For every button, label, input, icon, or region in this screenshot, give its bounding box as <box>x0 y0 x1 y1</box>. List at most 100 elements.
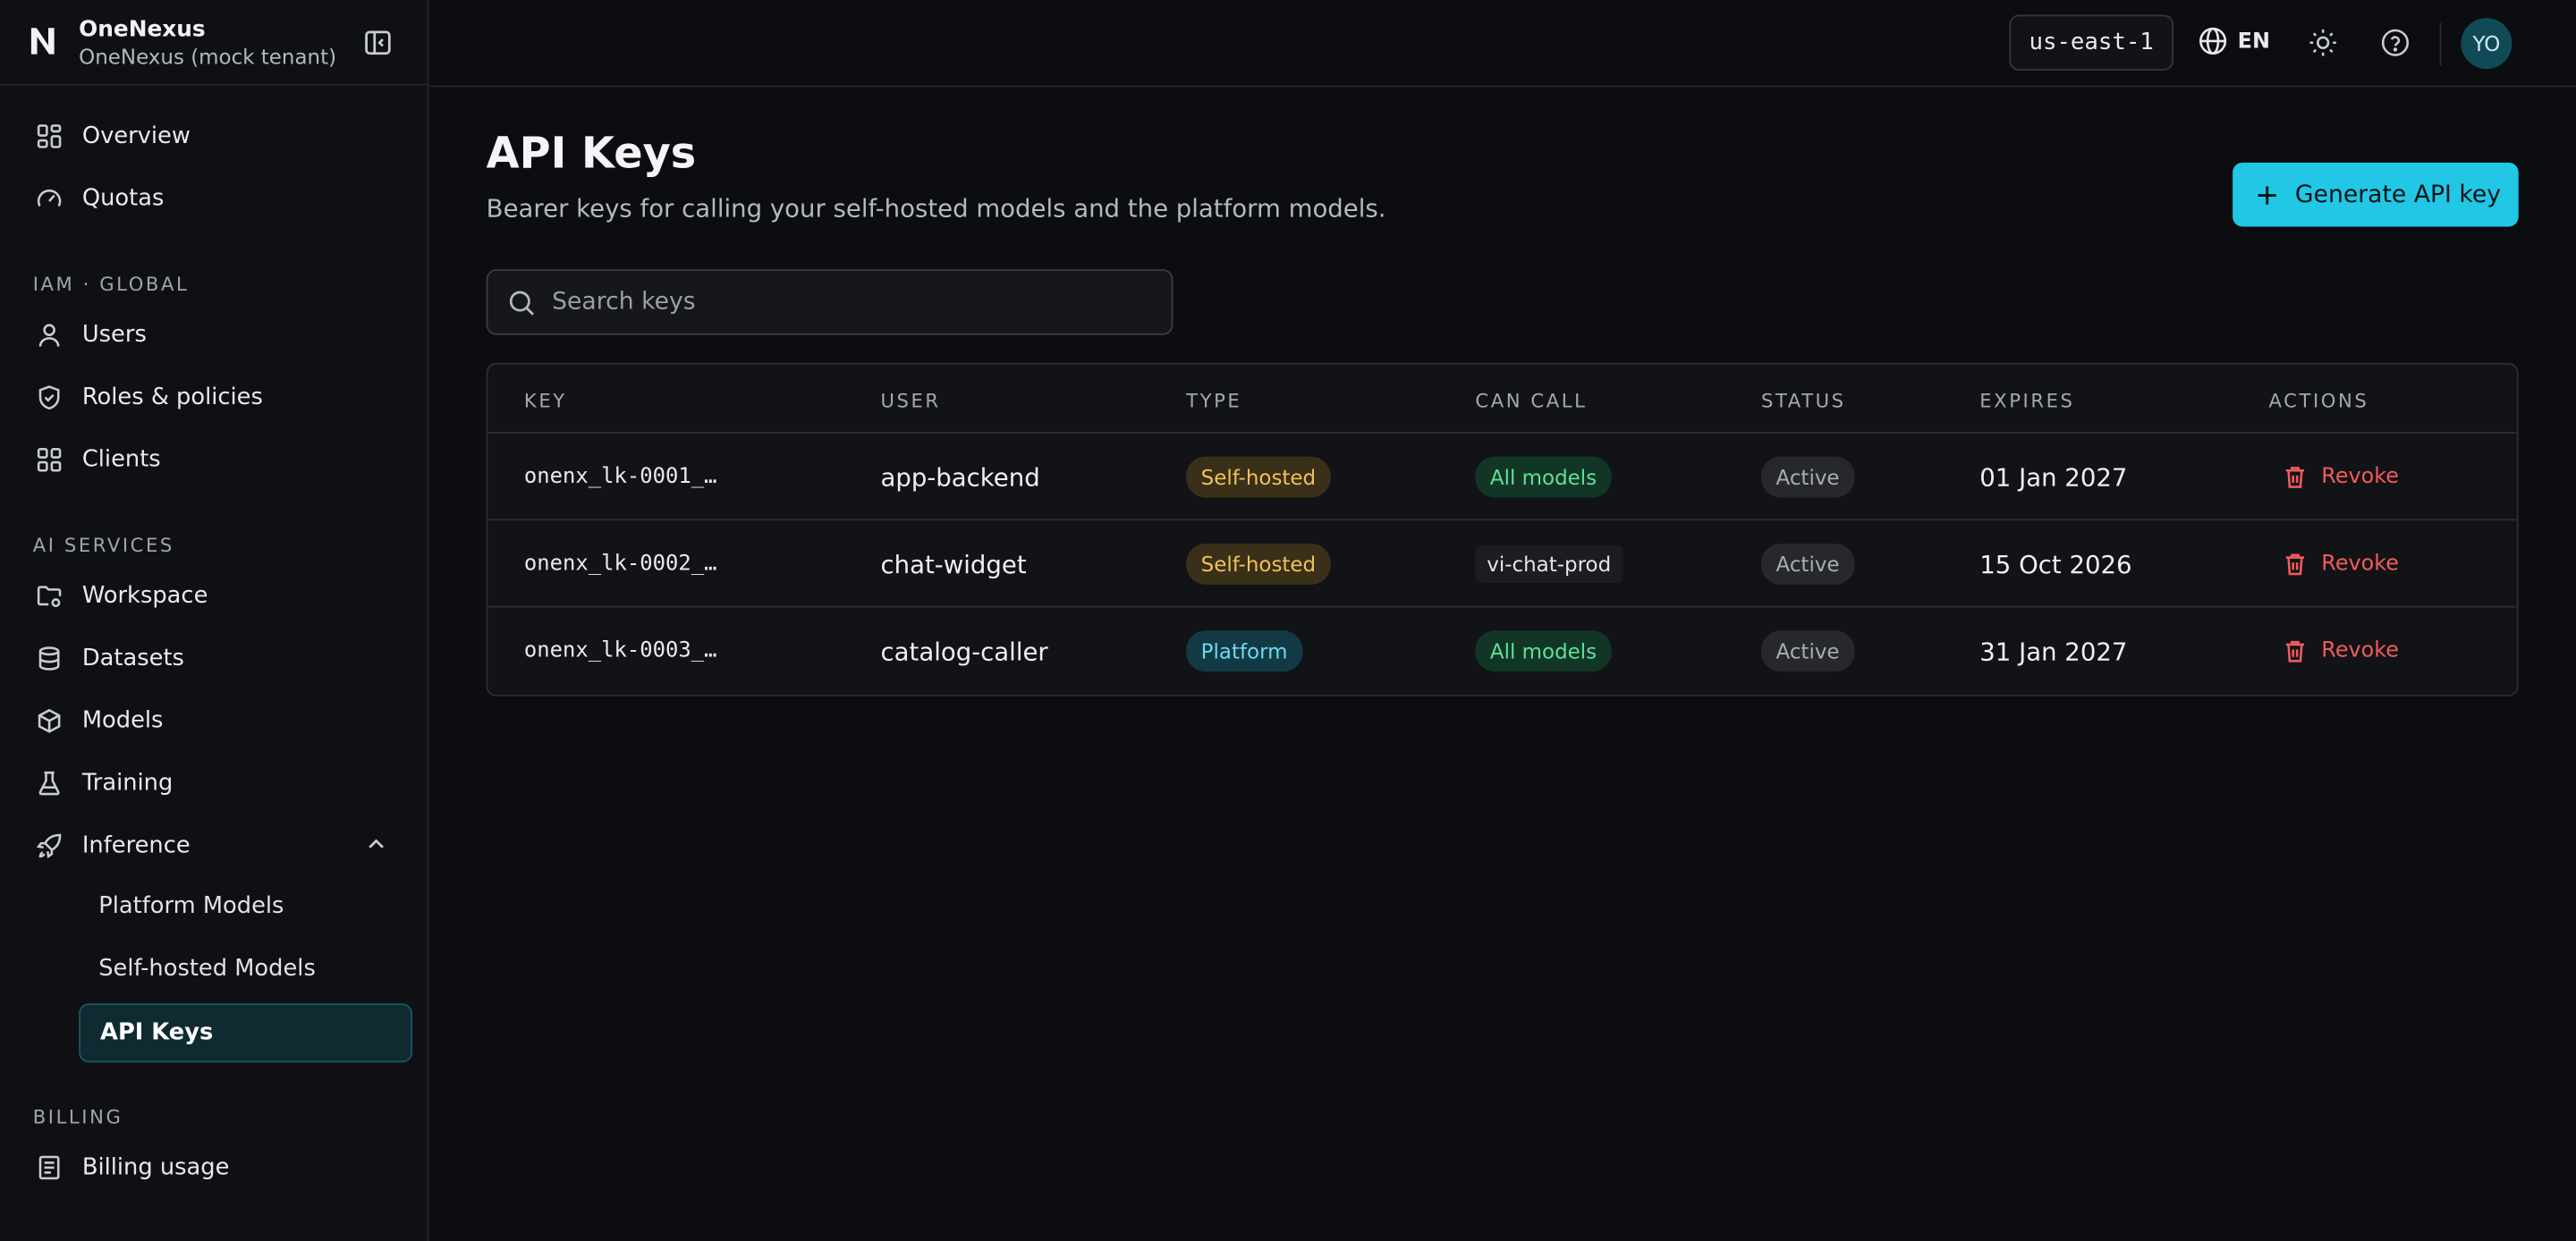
sidebar-item-overview[interactable]: Overview <box>20 108 411 164</box>
type-badge: Platform <box>1186 630 1303 672</box>
language-selector[interactable]: EN <box>2199 26 2270 55</box>
user-icon <box>35 320 64 350</box>
revoke-button[interactable]: Revoke <box>2284 434 2399 520</box>
brand-logo-icon <box>30 28 55 55</box>
sidebar-item-label: Roles & policies <box>81 384 263 411</box>
sidebar-item-label: Datasets <box>81 645 184 672</box>
sidebar-item-label: Workspace <box>81 583 208 610</box>
flask-icon <box>35 769 64 798</box>
revoke-button[interactable]: Revoke <box>2284 608 2399 695</box>
revoke-label: Revoke <box>2321 638 2399 664</box>
sidebar-item-label: Inference <box>81 832 191 859</box>
sidebar-item-clients[interactable]: Clients <box>20 432 411 487</box>
sidebar-item-models[interactable]: Models <box>20 693 411 748</box>
sidebar-item-roles[interactable]: Roles & policies <box>20 369 411 425</box>
main-content: API Keys Bearer keys for calling your se… <box>428 87 2576 1241</box>
trash-icon <box>2285 467 2305 488</box>
sidebar-item-self-hosted-models[interactable]: Self-hosted Models <box>79 940 412 999</box>
sidebar-item-label: Training <box>81 770 174 797</box>
status-badge: Active <box>1760 630 1855 672</box>
expires-cell: 01 Jan 2027 <box>1979 462 2128 493</box>
sidebar-item-workspace[interactable]: Workspace <box>20 569 411 624</box>
sidebar-item-label: Users <box>81 322 147 349</box>
section-iam: IAM · GLOBAL <box>32 272 190 296</box>
status-cell: Active <box>1760 520 1855 607</box>
expires-cell: 15 Oct 2026 <box>1979 549 2132 579</box>
trash-icon <box>2285 553 2305 576</box>
column-header-user[interactable]: USER <box>880 389 940 412</box>
generate-api-key-button[interactable]: Generate API key <box>2233 162 2519 227</box>
page-subtitle: Bearer keys for calling your self-hosted… <box>486 193 1386 224</box>
column-header-type[interactable]: TYPE <box>1186 389 1241 412</box>
search-input[interactable] <box>552 289 1111 316</box>
sidebar-item-datasets[interactable]: Datasets <box>20 630 411 686</box>
revoke-button[interactable]: Revoke <box>2284 520 2399 607</box>
shield-icon <box>35 383 64 412</box>
key-cell: onenx_lk-0002_… <box>523 552 717 577</box>
sidebar-item-platform-models[interactable]: Platform Models <box>79 877 412 936</box>
sidebar-item-api-keys[interactable]: API Keys <box>79 1003 413 1063</box>
table-row: onenx_lk-0002_… chat-widget Self-hosted … <box>487 520 2517 608</box>
revoke-label: Revoke <box>2321 552 2399 577</box>
can-call-cell: All models <box>1475 434 1612 520</box>
type-cell: Self-hosted <box>1186 434 1331 520</box>
expires-cell: 31 Jan 2027 <box>1979 636 2128 666</box>
sidebar-item-label: Self-hosted Models <box>98 955 316 983</box>
type-cell: Platform <box>1186 608 1303 695</box>
user-cell: catalog-caller <box>880 636 1048 666</box>
api-keys-table: KEY USER TYPE CAN CALL STATUS EXPIRES AC… <box>486 362 2519 696</box>
chevron-up-icon[interactable] <box>365 832 388 856</box>
grid-icon <box>35 445 64 475</box>
database-icon <box>35 644 64 673</box>
sidebar-item-label: Overview <box>81 122 191 150</box>
help-icon[interactable] <box>2379 26 2412 59</box>
sidebar-item-quotas[interactable]: Quotas <box>20 171 411 226</box>
language-label: EN <box>2237 29 2270 54</box>
search-field[interactable] <box>486 269 1174 335</box>
globe-icon <box>2199 27 2227 55</box>
status-badge: Active <box>1760 456 1855 498</box>
sidebar-item-billing-usage[interactable]: Billing usage <box>20 1140 411 1195</box>
sidebar-item-label: Clients <box>81 446 161 473</box>
gauge-icon <box>35 184 64 214</box>
brand-header: OneNexus OneNexus (mock tenant) <box>0 0 428 86</box>
type-badge: Self-hosted <box>1186 543 1331 585</box>
can-call-cell: vi-chat-prod <box>1475 520 1623 607</box>
can-call-badge: All models <box>1475 456 1612 498</box>
region-selector[interactable]: us-east-1 <box>2009 14 2174 71</box>
generate-api-key-label: Generate API key <box>2294 181 2501 208</box>
revoke-label: Revoke <box>2321 464 2399 490</box>
sidebar: OneNexus OneNexus (mock tenant) Overview… <box>0 0 429 1241</box>
sidebar-item-users[interactable]: Users <box>20 307 411 362</box>
key-cell: onenx_lk-0001_… <box>523 464 717 490</box>
tenant-name[interactable]: OneNexus (mock tenant) <box>79 45 336 70</box>
column-header-actions: ACTIONS <box>2268 389 2369 413</box>
grid-icon <box>35 122 64 151</box>
user-cell: app-backend <box>880 462 1040 493</box>
theme-toggle-sun-icon[interactable] <box>2307 26 2340 59</box>
sidebar-item-label: Models <box>81 707 164 735</box>
avatar[interactable]: YO <box>2461 18 2512 70</box>
cube-icon <box>35 706 64 736</box>
sidebar-collapse-icon[interactable] <box>358 23 397 63</box>
sidebar-item-training[interactable]: Training <box>20 756 411 811</box>
sidebar-item-label: Quotas <box>81 185 165 212</box>
type-badge: Self-hosted <box>1186 456 1331 498</box>
column-header-status[interactable]: STATUS <box>1761 389 1846 412</box>
receipt-icon <box>35 1152 64 1182</box>
can-call-badge: vi-chat-prod <box>1475 545 1623 584</box>
folder-gear-icon <box>35 581 64 611</box>
column-header-expires[interactable]: EXPIRES <box>1979 389 2074 412</box>
column-header-can-call[interactable]: CAN CALL <box>1475 389 1587 412</box>
trash-icon <box>2285 640 2305 663</box>
section-billing: BILLING <box>32 1105 123 1128</box>
plus-icon <box>2256 183 2279 207</box>
topbar-divider <box>2439 22 2442 66</box>
column-header-key[interactable]: KEY <box>524 389 567 412</box>
section-ai-services: AI SERVICES <box>32 533 174 557</box>
sidebar-item-inference[interactable]: Inference <box>20 818 411 874</box>
sidebar-item-label: Billing usage <box>81 1154 230 1181</box>
user-cell: chat-widget <box>880 549 1027 579</box>
rocket-icon <box>35 831 64 860</box>
status-badge: Active <box>1760 543 1855 585</box>
